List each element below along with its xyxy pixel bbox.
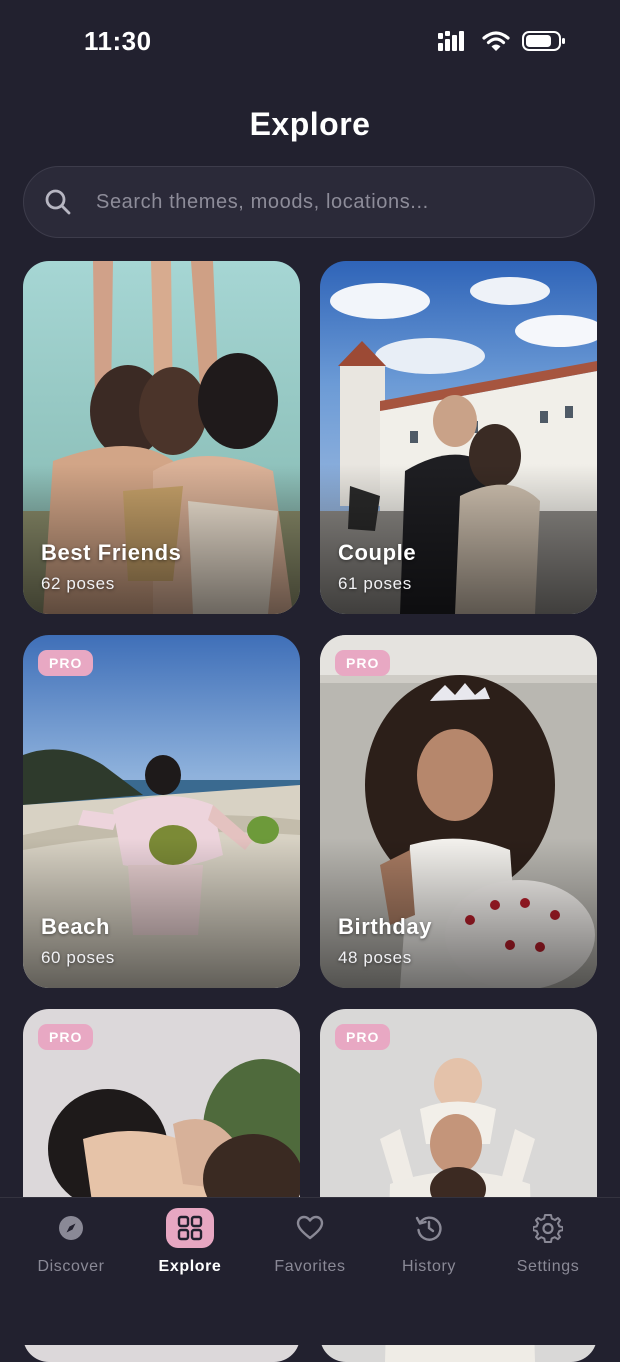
tab-label: Explore xyxy=(158,1258,222,1275)
page-title: Explore xyxy=(249,106,371,142)
theme-card-best-friends[interactable]: Best Friends 62 poses xyxy=(23,261,300,614)
tab-label: Settings xyxy=(516,1258,580,1275)
compass-icon xyxy=(59,1216,83,1240)
tab-explore[interactable]: Explore xyxy=(135,1208,245,1276)
tab-settings[interactable]: Settings xyxy=(493,1208,603,1276)
card-pose-count: 48 poses xyxy=(338,948,412,967)
tab-favorites[interactable]: Favorites xyxy=(255,1208,365,1276)
card-title: Couple xyxy=(338,540,417,565)
wifi-icon xyxy=(482,31,510,51)
status-bar: 11:30 xyxy=(0,0,620,84)
bottom-tab-bar: Discover Explore Favorites History Setti… xyxy=(0,1197,620,1345)
cellular-signal-icon xyxy=(438,31,464,51)
gear-icon xyxy=(533,1214,563,1243)
battery-icon xyxy=(522,31,565,51)
card-pose-count: 60 poses xyxy=(41,948,115,967)
status-icons xyxy=(438,30,566,52)
search-bar[interactable] xyxy=(23,166,595,238)
theme-card-beach[interactable]: PRO Beach 60 poses xyxy=(23,635,300,988)
tab-history[interactable]: History xyxy=(374,1208,484,1276)
card-title: Beach xyxy=(41,914,111,939)
pro-badge: PRO xyxy=(38,1024,94,1050)
search-icon xyxy=(45,189,71,215)
tab-label: Discover xyxy=(37,1258,105,1275)
tab-discover[interactable]: Discover xyxy=(16,1208,126,1276)
heart-icon xyxy=(296,1215,324,1240)
grid-icon xyxy=(177,1215,203,1241)
pro-badge: PRO xyxy=(335,650,391,676)
search-input[interactable] xyxy=(94,189,558,215)
theme-card-birthday[interactable]: PRO Birthday 48 poses xyxy=(320,635,597,988)
card-title: Birthday xyxy=(338,914,433,939)
card-title: Best Friends xyxy=(41,540,182,565)
history-icon xyxy=(415,1216,442,1241)
pro-badge: PRO xyxy=(335,1024,391,1050)
status-time: 11:30 xyxy=(84,26,152,56)
tab-label: History xyxy=(402,1258,456,1275)
tab-label: Favorites xyxy=(274,1258,346,1275)
card-pose-count: 61 poses xyxy=(338,574,412,593)
pro-badge: PRO xyxy=(38,650,94,676)
card-pose-count: 62 poses xyxy=(41,574,115,593)
theme-card-couple[interactable]: Couple 61 poses xyxy=(320,261,597,614)
